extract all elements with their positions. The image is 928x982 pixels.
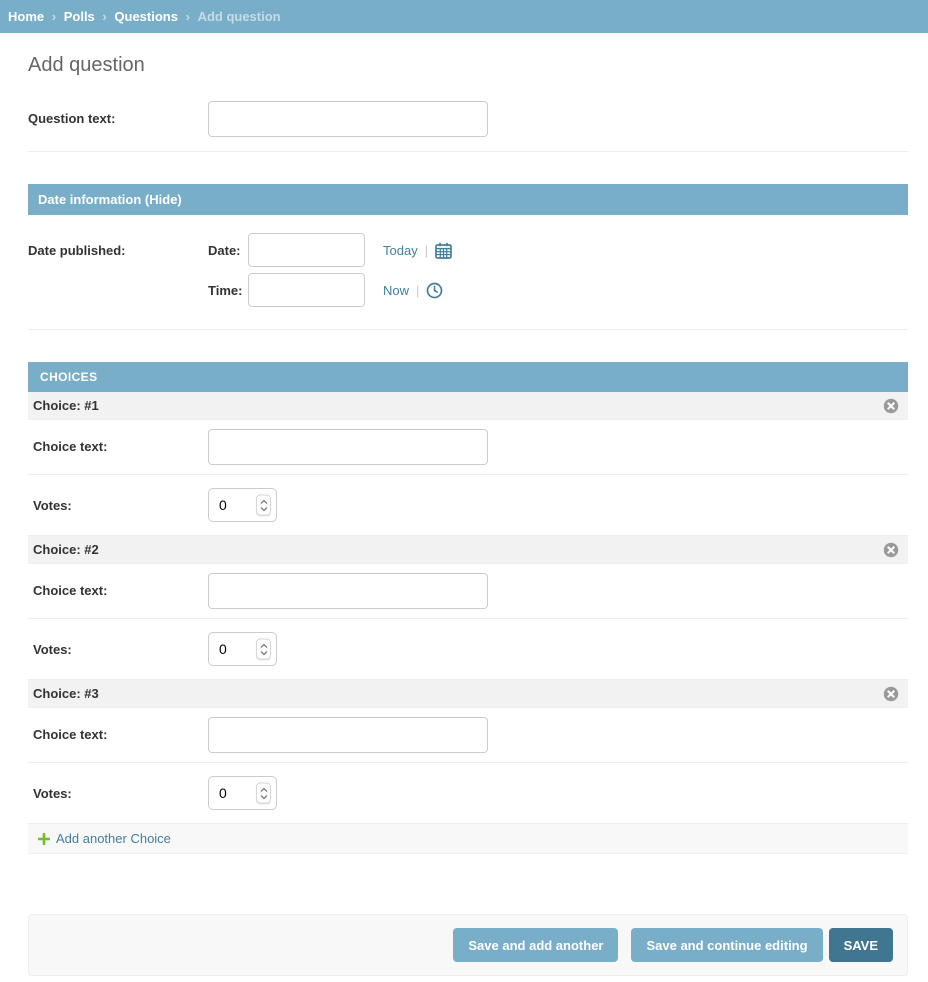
- choices-module-header: CHOICES: [28, 362, 908, 392]
- date-module-title: Date information: [38, 192, 141, 207]
- breadcrumb-current: Add question: [198, 9, 281, 24]
- choices-module: CHOICES Choice: #1 Choice text: Vote: [28, 362, 908, 854]
- choice-2-rows: Choice text: Votes:: [28, 564, 908, 680]
- page-title: Add question: [28, 54, 908, 77]
- circle-x-icon[interactable]: [883, 686, 899, 702]
- save-and-add-another-button[interactable]: Save and add another: [453, 928, 618, 962]
- choice-text-label: Choice text:: [33, 573, 208, 598]
- add-another-choice-label: Add another Choice: [56, 831, 171, 846]
- choice-text-label: Choice text:: [33, 429, 208, 454]
- breadcrumb: Home › Polls › Questions › Add question: [0, 0, 928, 33]
- choice-3-votes-field[interactable]: [209, 784, 245, 802]
- date-input[interactable]: [248, 233, 365, 267]
- breadcrumb-separator: ›: [186, 9, 190, 24]
- time-subfield: Time: Now |: [208, 273, 452, 307]
- choice-text-row: Choice text:: [28, 420, 908, 475]
- shortcut-separator: |: [416, 283, 419, 298]
- save-button[interactable]: SAVE: [829, 928, 893, 962]
- choice-inline-group: Choice: #1 Choice text: Votes:: [28, 392, 908, 536]
- submit-row: Save and add another Save and continue e…: [28, 914, 908, 976]
- add-another-choice-link[interactable]: Add another Choice: [38, 831, 171, 846]
- number-stepper[interactable]: [256, 495, 271, 516]
- votes-row: Votes:: [28, 475, 908, 536]
- votes-row: Votes:: [28, 763, 908, 824]
- today-link[interactable]: Today: [383, 243, 418, 258]
- clock-icon[interactable]: [426, 282, 443, 299]
- content-area: Add question Question text: Date informa…: [0, 54, 928, 976]
- time-input[interactable]: [248, 273, 365, 307]
- question-text-input[interactable]: [208, 101, 488, 137]
- choice-1-votes-input[interactable]: [208, 488, 277, 522]
- choice-text-row: Choice text:: [28, 564, 908, 619]
- choice-1-rows: Choice text: Votes:: [28, 420, 908, 536]
- number-stepper[interactable]: [256, 783, 271, 804]
- breadcrumb-questions[interactable]: Questions: [114, 9, 178, 24]
- choice-3-text-input[interactable]: [208, 717, 488, 753]
- number-stepper[interactable]: [256, 639, 271, 660]
- date-published-label: Date published:: [28, 233, 208, 258]
- question-text-row: Question text:: [28, 93, 908, 152]
- votes-label: Votes:: [33, 776, 208, 801]
- choice-2-votes-input[interactable]: [208, 632, 277, 666]
- question-text-label: Question text:: [28, 101, 208, 126]
- add-row: Add another Choice: [28, 824, 908, 854]
- votes-label: Votes:: [33, 632, 208, 657]
- choice-2-header-label: Choice: #2: [33, 542, 99, 557]
- choice-2-votes-field[interactable]: [209, 640, 245, 658]
- breadcrumb-separator: ›: [52, 9, 56, 24]
- choice-3-header: Choice: #3: [28, 680, 908, 708]
- breadcrumb-home[interactable]: Home: [8, 9, 44, 24]
- date-information-module: Date information (Hide) Date published: …: [28, 184, 908, 330]
- datetime-fields: Date: Today |: [208, 233, 452, 307]
- shortcut-separator: |: [425, 243, 428, 258]
- choice-3-rows: Choice text: Votes:: [28, 708, 908, 824]
- date-published-row: Date published: Date: Today |: [28, 215, 908, 330]
- now-link[interactable]: Now: [383, 283, 409, 298]
- choice-2-text-input[interactable]: [208, 573, 488, 609]
- choice-text-label: Choice text:: [33, 717, 208, 742]
- date-subfield: Date: Today |: [208, 233, 452, 267]
- choice-inline-group: Choice: #3 Choice text: Votes:: [28, 680, 908, 824]
- choice-1-text-input[interactable]: [208, 429, 488, 465]
- calendar-icon[interactable]: [435, 242, 452, 259]
- plus-icon: [38, 833, 50, 845]
- choice-3-votes-input[interactable]: [208, 776, 277, 810]
- choice-text-row: Choice text:: [28, 708, 908, 763]
- date-shortcuts: Today |: [383, 242, 452, 259]
- circle-x-icon[interactable]: [883, 398, 899, 414]
- time-shortcuts: Now |: [383, 282, 443, 299]
- circle-x-icon[interactable]: [883, 542, 899, 558]
- date-sublabel: Date:: [208, 243, 248, 258]
- choice-1-votes-field[interactable]: [209, 496, 245, 514]
- time-sublabel: Time:: [208, 283, 248, 298]
- choice-1-header-label: Choice: #1: [33, 398, 99, 413]
- choice-2-header: Choice: #2: [28, 536, 908, 564]
- votes-row: Votes:: [28, 619, 908, 680]
- choice-1-header: Choice: #1: [28, 392, 908, 420]
- choice-inline-group: Choice: #2 Choice text: Votes:: [28, 536, 908, 680]
- breadcrumb-separator: ›: [102, 9, 106, 24]
- votes-label: Votes:: [33, 488, 208, 513]
- date-module-header: Date information (Hide): [28, 184, 908, 215]
- save-and-continue-editing-button[interactable]: Save and continue editing: [631, 928, 822, 962]
- breadcrumb-polls[interactable]: Polls: [64, 9, 95, 24]
- hide-toggle-link[interactable]: (Hide): [145, 192, 182, 207]
- choice-3-header-label: Choice: #3: [33, 686, 99, 701]
